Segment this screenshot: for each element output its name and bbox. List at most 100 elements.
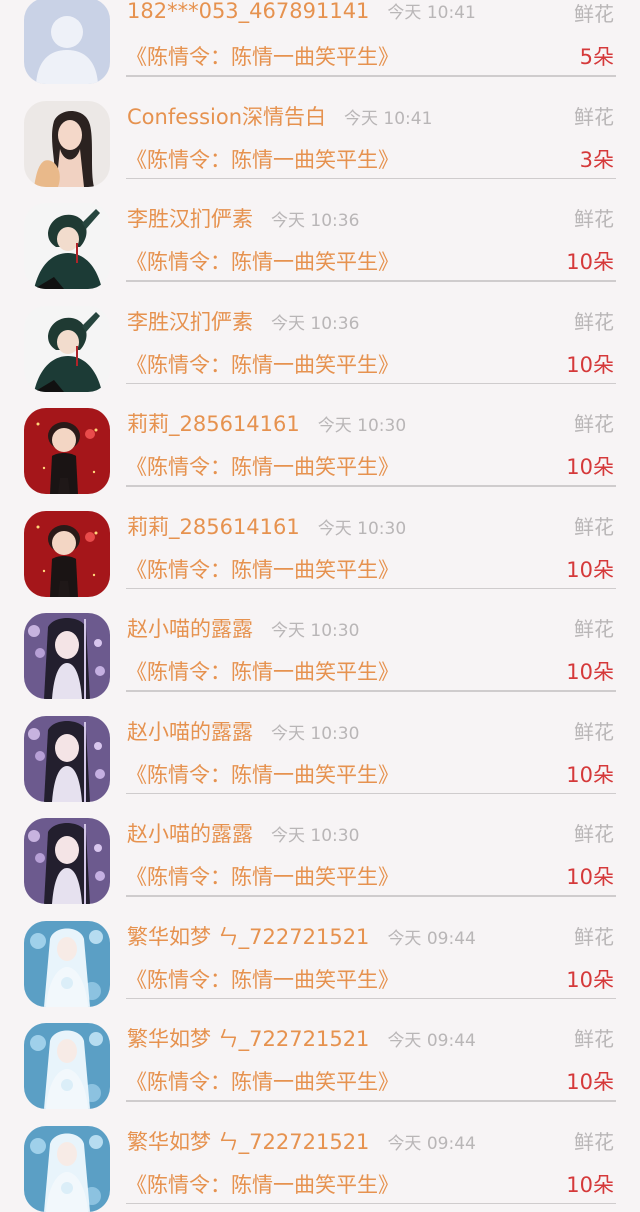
send-time: 今天 10:36 bbox=[271, 211, 360, 231]
sender-name[interactable]: 莉莉_285614161 bbox=[127, 511, 300, 541]
song-title[interactable]: 《陈情令：陈情一曲笑平生》 bbox=[126, 144, 399, 174]
gift-count: 10朵 bbox=[566, 352, 614, 377]
sender-name[interactable]: 182***053_467891141 bbox=[127, 0, 369, 23]
sender-line: 李胜汉扪俨素 今天 10:36 bbox=[127, 203, 359, 233]
chibi-red-avatar[interactable] bbox=[24, 510, 110, 597]
send-time: 今天 10:30 bbox=[271, 621, 360, 641]
sender-line: 繁华如梦 ㄣ_722721521 今天 09:44 bbox=[127, 921, 476, 951]
song-title[interactable]: 《陈情令：陈情一曲笑平生》 bbox=[126, 246, 399, 276]
sender-name[interactable]: 赵小喵的露露 bbox=[127, 716, 253, 746]
send-time: 今天 10:30 bbox=[317, 416, 407, 436]
girl-photo-avatar[interactable] bbox=[24, 100, 110, 187]
gift-type: 鲜花 bbox=[574, 514, 614, 539]
gift-type: 鲜花 bbox=[574, 207, 614, 231]
sender-name[interactable]: 赵小喵的露露 bbox=[127, 818, 253, 848]
gift-count: 3朵 bbox=[579, 147, 614, 172]
row-divider bbox=[126, 177, 616, 179]
row-divider bbox=[126, 75, 616, 77]
anime-bride-blue-avatar[interactable] bbox=[24, 1023, 110, 1109]
sender-name[interactable]: 李胜汉扪俨素 bbox=[127, 203, 253, 233]
sender-line: 莉莉_285614161 今天 10:30 bbox=[127, 511, 406, 541]
anime-bride-blue-avatar[interactable] bbox=[24, 1125, 110, 1212]
gift-count: 10朵 bbox=[566, 455, 614, 479]
sender-name[interactable]: 繁华如梦 ㄣ_722721521 bbox=[127, 1023, 369, 1053]
gift-record-list: 182***053_467891141 今天 10:41 鲜花 《陈情令：陈情一… bbox=[0, 0, 640, 1212]
song-title[interactable]: 《陈情令：陈情一曲笑平生》 bbox=[126, 451, 399, 481]
sender-line: 赵小喵的露露 今天 10:30 bbox=[127, 613, 359, 643]
sender-name[interactable]: 繁华如梦 ㄣ_722721521 bbox=[127, 1126, 369, 1156]
gift-type: 鲜花 bbox=[574, 924, 614, 949]
song-title[interactable]: 《陈情令：陈情一曲笑平生》 bbox=[126, 349, 399, 379]
song-title[interactable]: 《陈情令：陈情一曲笑平生》 bbox=[126, 656, 399, 686]
gift-record-row[interactable]: 莉莉_285614161 今天 10:30 鲜花 《陈情令：陈情一曲笑平生》 1… bbox=[0, 491, 640, 597]
sender-line: 繁华如梦 ㄣ_722721521 今天 09:44 bbox=[127, 1126, 476, 1156]
send-time: 今天 10:41 bbox=[344, 108, 433, 129]
anime-girl-purple-avatar[interactable] bbox=[24, 818, 110, 904]
row-divider bbox=[126, 280, 616, 282]
sender-name[interactable]: 莉莉_285614161 bbox=[127, 408, 300, 438]
send-time: 今天 09:44 bbox=[387, 1133, 476, 1154]
anime-bride-blue-avatar[interactable] bbox=[24, 920, 110, 1007]
row-divider bbox=[126, 792, 616, 794]
sender-name[interactable]: 繁华如梦 ㄣ_722721521 bbox=[127, 921, 369, 951]
gift-count: 10朵 bbox=[566, 1172, 614, 1197]
row-divider bbox=[126, 997, 616, 999]
gift-record-row[interactable]: 李胜汉扪俨素 今天 10:36 鲜花 《陈情令：陈情一曲笑平生》 10朵 bbox=[0, 183, 640, 289]
gift-count: 10朵 bbox=[566, 557, 614, 582]
sender-line: 182***053_467891141 今天 10:41 bbox=[127, 0, 476, 23]
gift-count: 10朵 bbox=[566, 660, 614, 684]
sender-line: 繁华如梦 ㄣ_722721521 今天 09:44 bbox=[127, 1023, 476, 1053]
gift-record-row[interactable]: Confession深情告白 今天 10:41 鲜花 《陈情令：陈情一曲笑平生》… bbox=[0, 81, 640, 187]
song-title[interactable]: 《陈情令：陈情一曲笑平生》 bbox=[126, 1169, 399, 1199]
sender-name[interactable]: 赵小喵的露露 bbox=[127, 613, 253, 643]
chibi-red-avatar[interactable] bbox=[24, 408, 110, 494]
gift-count: 10朵 bbox=[566, 1070, 614, 1094]
gift-record-row[interactable]: 182***053_467891141 今天 10:41 鲜花 《陈情令：陈情一… bbox=[0, 0, 640, 84]
gift-type: 鲜花 bbox=[574, 719, 614, 744]
anime-boy-avatar[interactable] bbox=[24, 305, 110, 392]
sender-name[interactable]: Confession深情告白 bbox=[127, 101, 326, 131]
send-time: 今天 09:44 bbox=[387, 928, 476, 949]
song-title[interactable]: 《陈情令：陈情一曲笑平生》 bbox=[126, 964, 399, 994]
row-divider bbox=[126, 382, 616, 384]
gift-record-row[interactable]: 莉莉_285614161 今天 10:30 鲜花 《陈情令：陈情一曲笑平生》 1… bbox=[0, 388, 640, 494]
sender-name[interactable]: 李胜汉扪俨素 bbox=[127, 306, 253, 336]
anime-girl-purple-avatar[interactable] bbox=[24, 715, 110, 802]
song-title[interactable]: 《陈情令：陈情一曲笑平生》 bbox=[126, 554, 399, 584]
sender-line: 赵小喵的露露 今天 10:30 bbox=[127, 716, 359, 746]
gift-count: 5朵 bbox=[579, 45, 614, 69]
gift-count: 10朵 bbox=[566, 865, 614, 889]
sender-line: 李胜汉扪俨素 今天 10:36 bbox=[127, 306, 359, 336]
gift-record-row[interactable]: 赵小喵的露露 今天 10:30 鲜花 《陈情令：陈情一曲笑平生》 10朵 bbox=[0, 593, 640, 699]
gift-type: 鲜花 bbox=[574, 1129, 614, 1154]
send-time: 今天 10:36 bbox=[271, 313, 360, 334]
gift-type: 鲜花 bbox=[574, 617, 614, 641]
gift-type: 鲜花 bbox=[574, 1027, 614, 1051]
send-time: 今天 09:44 bbox=[387, 1031, 476, 1051]
gift-record-row[interactable]: 赵小喵的露露 今天 10:30 鲜花 《陈情令：陈情一曲笑平生》 10朵 bbox=[0, 798, 640, 904]
song-title[interactable]: 《陈情令：陈情一曲笑平生》 bbox=[126, 861, 399, 891]
gift-count: 10朵 bbox=[566, 762, 614, 787]
anime-boy-avatar[interactable] bbox=[24, 203, 110, 289]
row-divider bbox=[126, 1202, 616, 1204]
song-title[interactable]: 《陈情令：陈情一曲笑平生》 bbox=[126, 759, 399, 789]
gift-type: 鲜花 bbox=[574, 2, 614, 26]
gift-record-row[interactable]: 赵小喵的露露 今天 10:30 鲜花 《陈情令：陈情一曲笑平生》 10朵 bbox=[0, 696, 640, 802]
send-time: 今天 10:30 bbox=[317, 518, 407, 539]
song-title[interactable]: 《陈情令：陈情一曲笑平生》 bbox=[126, 1066, 399, 1096]
song-title[interactable]: 《陈情令：陈情一曲笑平生》 bbox=[126, 41, 399, 71]
gift-record-row[interactable]: 繁华如梦 ㄣ_722721521 今天 09:44 鲜花 《陈情令：陈情一曲笑平… bbox=[0, 901, 640, 1007]
gift-type: 鲜花 bbox=[574, 822, 614, 846]
send-time: 今天 10:30 bbox=[271, 826, 360, 846]
gift-record-row[interactable]: 繁华如梦 ㄣ_722721521 今天 09:44 鲜花 《陈情令：陈情一曲笑平… bbox=[0, 1003, 640, 1109]
row-divider bbox=[126, 587, 616, 589]
default-user-avatar[interactable] bbox=[24, 0, 110, 84]
sender-line: 赵小喵的露露 今天 10:30 bbox=[127, 818, 359, 848]
gift-record-row[interactable]: 繁华如梦 ㄣ_722721521 今天 09:44 鲜花 《陈情令：陈情一曲笑平… bbox=[0, 1106, 640, 1212]
row-divider bbox=[126, 690, 616, 692]
row-divider bbox=[126, 485, 616, 487]
anime-girl-purple-avatar[interactable] bbox=[24, 613, 110, 699]
sender-line: Confession深情告白 今天 10:41 bbox=[127, 101, 432, 131]
send-time: 今天 10:30 bbox=[271, 723, 360, 744]
gift-record-row[interactable]: 李胜汉扪俨素 今天 10:36 鲜花 《陈情令：陈情一曲笑平生》 10朵 bbox=[0, 286, 640, 392]
